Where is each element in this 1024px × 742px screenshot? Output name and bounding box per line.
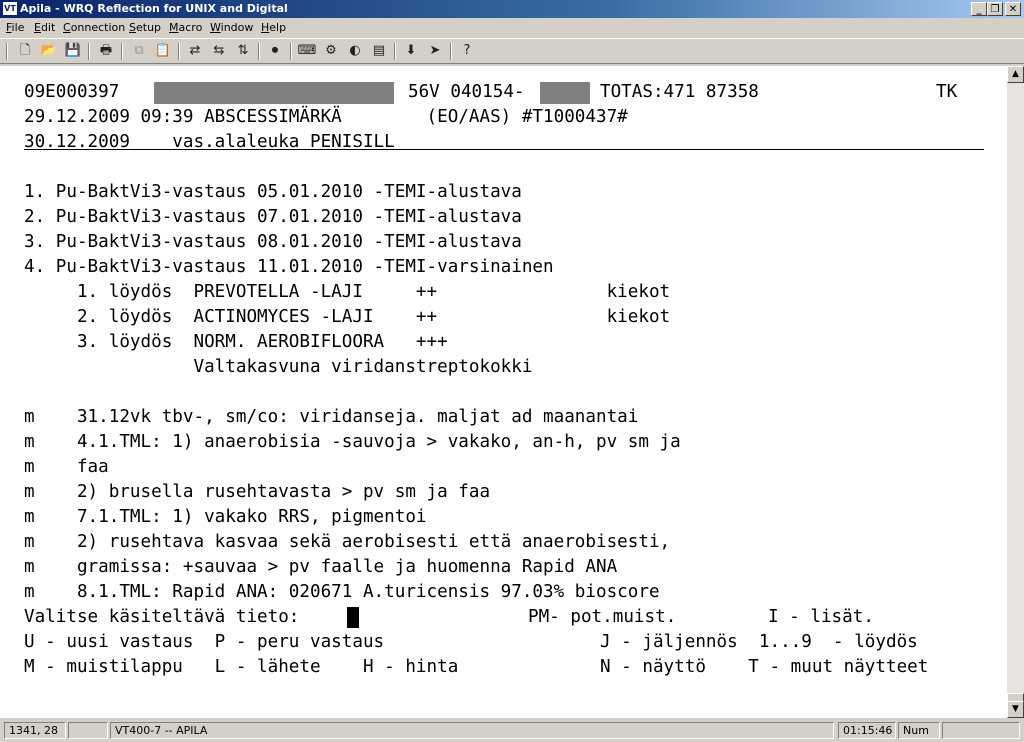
clock: 01:15:46 [838, 722, 896, 739]
disconnect-icon[interactable]: ⇆ [208, 42, 230, 60]
toolbar-separator [178, 43, 180, 60]
scroll-down-arrow-icon[interactable]: ▼ [1007, 701, 1024, 718]
note-line: m 2) brusella rusehtavasta > pv sm ja fa… [24, 482, 491, 502]
close-button[interactable]: ✕ [1005, 2, 1021, 16]
num-lock-indicator: Num [898, 722, 940, 739]
transfer-icon[interactable]: ⇅ [232, 42, 254, 60]
note-line: m faa [24, 457, 109, 477]
toolbar-grip [6, 43, 8, 60]
app-icon[interactable]: VT [3, 2, 17, 15]
terminal-icon[interactable]: ▤ [368, 42, 390, 60]
open-icon[interactable]: 📂 [38, 42, 60, 60]
toolbar-separator [88, 43, 90, 60]
toolbar-separator [290, 43, 292, 60]
run-icon[interactable]: ➤ [424, 42, 446, 60]
vertical-scrollbar[interactable]: ▲ ▼ [1007, 66, 1024, 718]
patient-id: 09E000397 [24, 82, 120, 102]
command-list: N - näyttö T - muut näytteet [600, 657, 929, 677]
status-panel-empty [942, 722, 1020, 739]
note-line: m 4.1.TML: 1) anaerobisia -sauvoja > vak… [24, 432, 681, 452]
command-list: U - uusi vastaus P - peru vastaus [24, 632, 385, 652]
prompt-lisat: I - lisät. [768, 607, 874, 627]
command-list: J - jäljennös 1...9 - löydös [600, 632, 918, 652]
redacted-code [540, 82, 590, 104]
terminal-screen[interactable]: 09E000397 56V 040154- TOTAS:471 87358 TK… [0, 66, 1007, 718]
toolbar: 🗋 📂 💾 🖶 ⧉ 📋 ⇄ ⇆ ⇅ ⏺ ⌨ ⚙ ◐ ▤ ⬇ ➤ ? [0, 38, 1024, 64]
menu-setup[interactable]: Setup [129, 21, 161, 34]
settings-icon[interactable]: ⚙ [320, 42, 342, 60]
keyboard-icon[interactable]: ⌨ [296, 42, 318, 60]
save-icon[interactable]: 💾 [62, 42, 84, 60]
toolbar-separator [450, 43, 452, 60]
toolbar-separator [394, 43, 396, 60]
help-icon[interactable]: ? [456, 42, 478, 60]
menu-edit[interactable]: Edit [34, 21, 55, 34]
result-line: 2. Pu-BaktVi3-vastaus 07.01.2010 -TEMI-a… [24, 207, 522, 227]
download-icon[interactable]: ⬇ [400, 42, 422, 60]
menu-help[interactable]: Help [261, 21, 286, 34]
minimize-button[interactable]: _ [971, 2, 987, 16]
result-line: 4. Pu-BaktVi3-vastaus 11.01.2010 -TEMI-v… [24, 257, 554, 277]
connect-icon[interactable]: ⇄ [184, 42, 206, 60]
menu-file[interactable]: File [6, 21, 24, 34]
note-line: m 7.1.TML: 1) vakako RRS, pigmentoi [24, 507, 427, 527]
finding-line: 3. löydös NORM. AEROBIFLOORA +++ [24, 332, 448, 352]
result-line: 3. Pu-BaktVi3-vastaus 08.01.2010 -TEMI-a… [24, 232, 522, 252]
note-line: m 8.1.TML: Rapid ANA: 020671 A.turicensi… [24, 582, 660, 602]
menu-connection[interactable]: Connection [63, 21, 125, 34]
note-line: m 31.12vk tbv-, sm/co: viridanseja. malj… [24, 407, 639, 427]
command-list: M - muistilappu L - lähete H - hinta [24, 657, 459, 677]
finding-line: 1. löydös PREVOTELLA -LAJI ++ kiekot [24, 282, 671, 302]
menu-bar: File Edit Connection Setup Macro Window … [0, 18, 1024, 38]
terminal-type: VT400-7 -- APILA [110, 722, 834, 739]
note-line: m 2) rusehtava kasvaa sekä aerobisesti e… [24, 532, 671, 552]
macro-icon[interactable]: ⏺ [264, 42, 286, 60]
sample-info: 29.12.2009 09:39 ABSCESSIMÄRKÄ (EO/AAS) … [24, 107, 628, 127]
header-divider [24, 149, 984, 150]
result-line: 1. Pu-BaktVi3-vastaus 05.01.2010 -TEMI-a… [24, 182, 522, 202]
prompt-pm: PM- pot.muist. [528, 607, 677, 627]
restore-button[interactable]: ❐ [987, 2, 1003, 16]
copy-icon[interactable]: ⧉ [128, 42, 150, 60]
toolbar-separator [258, 43, 260, 60]
status-bar: 1341, 28 VT400-7 -- APILA 01:15:46 Num [0, 720, 1024, 742]
title-bar: VT Apila - WRQ Reflection for UNIX and D… [0, 0, 1024, 18]
status-panel-empty [68, 722, 108, 739]
header-tag: TK [936, 82, 958, 102]
note-line: m gramissa: +sauvaa > pv faalle ja huome… [24, 557, 618, 577]
toolbar-separator [121, 43, 123, 60]
finding-line: 2. löydös ACTINOMYCES -LAJI ++ kiekot [24, 307, 671, 327]
menu-macro[interactable]: Macro [169, 21, 202, 34]
print-icon[interactable]: 🖶 [95, 42, 117, 60]
totas-number: TOTAS:471 87358 [600, 82, 759, 102]
window-title: Apila - WRQ Reflection for UNIX and Digi… [20, 2, 288, 15]
color-icon[interactable]: ◐ [344, 42, 366, 60]
paste-icon[interactable]: 📋 [152, 42, 174, 60]
cursor-position: 1341, 28 [4, 722, 66, 739]
menu-window[interactable]: Window [210, 21, 253, 34]
new-icon[interactable]: 🗋 [14, 42, 36, 60]
prompt-label: Valitse käsiteltävä tieto: [24, 607, 300, 627]
redacted-name [154, 82, 394, 104]
text-cursor[interactable] [347, 607, 359, 628]
finding-line: Valtakasvuna viridanstreptokokki [24, 357, 533, 377]
sample-code: 56V 040154- [408, 82, 525, 102]
scroll-up-arrow-icon[interactable]: ▲ [1007, 66, 1024, 83]
